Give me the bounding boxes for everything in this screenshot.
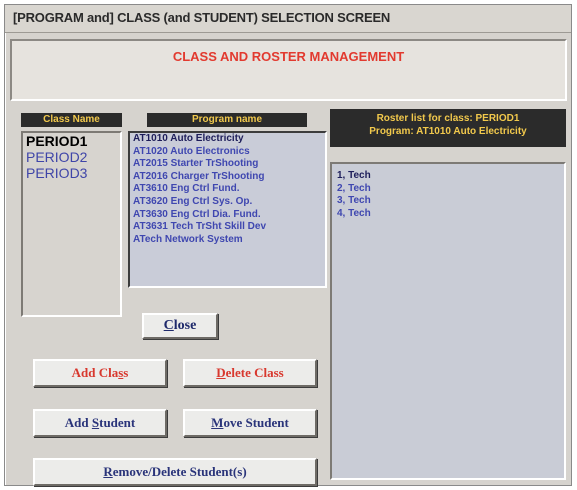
program-item[interactable]: AT1010 Auto Electricity bbox=[130, 133, 325, 146]
program-item[interactable]: ATech Network System bbox=[130, 234, 325, 247]
window-title: [PROGRAM and] CLASS (and STUDENT) SELECT… bbox=[5, 5, 571, 33]
program-item[interactable]: AT3620 Eng Ctrl Sys. Op. bbox=[130, 196, 325, 209]
add-class-label-pre: Add Cla bbox=[71, 365, 119, 380]
roster-item[interactable]: 4, Tech bbox=[332, 208, 564, 221]
roster-item[interactable]: 1, Tech bbox=[332, 170, 564, 183]
move-student-accelerator: M bbox=[211, 415, 224, 430]
roster-header: Roster list for class: PERIOD1 Program: … bbox=[330, 109, 566, 147]
move-student-label-post: ove Student bbox=[223, 415, 289, 430]
roster-list[interactable]: 1, Tech 2, Tech 3, Tech 4, Tech bbox=[330, 162, 566, 480]
close-button-label-post: lose bbox=[173, 318, 197, 333]
close-button-accelerator: C bbox=[163, 318, 174, 333]
roster-item[interactable]: 3, Tech bbox=[332, 195, 564, 208]
delete-class-accelerator: D bbox=[216, 365, 226, 380]
program-item[interactable]: AT3610 Eng Ctrl Fund. bbox=[130, 183, 325, 196]
program-item[interactable]: AT2016 Charger TrShooting bbox=[130, 171, 325, 184]
add-student-label-post: tudent bbox=[99, 415, 136, 430]
remove-student-accelerator: R bbox=[103, 464, 113, 479]
close-button[interactable]: Close bbox=[142, 313, 218, 339]
delete-class-label-post: elete Class bbox=[225, 365, 284, 380]
program-item[interactable]: AT3630 Eng Ctrl Dia. Fund. bbox=[130, 209, 325, 222]
add-class-label-post: s bbox=[123, 365, 129, 380]
remove-delete-student-button[interactable]: Remove/Delete Student(s) bbox=[33, 458, 317, 486]
remove-student-label-post: emove/Delete Student(s) bbox=[112, 464, 247, 479]
roster-header-program-line: Program: AT1010 Auto Electricity bbox=[369, 126, 527, 137]
add-student-button[interactable]: Add Student bbox=[33, 409, 167, 437]
add-student-label-pre: Add bbox=[64, 415, 92, 430]
delete-class-button[interactable]: Delete Class bbox=[183, 359, 317, 387]
program-item[interactable]: AT2015 Starter TrShooting bbox=[130, 158, 325, 171]
header-panel: CLASS AND ROSTER MANAGEMENT bbox=[10, 39, 567, 101]
page-title: CLASS AND ROSTER MANAGEMENT bbox=[172, 49, 405, 64]
move-student-button[interactable]: Move Student bbox=[183, 409, 317, 437]
roster-header-class-line: Roster list for class: PERIOD1 bbox=[376, 113, 520, 124]
program-item[interactable]: AT3631 Tech TrSht Skill Dev bbox=[130, 221, 325, 234]
class-item-period1[interactable]: PERIOD1 bbox=[23, 133, 120, 149]
class-item-period2[interactable]: PERIOD2 bbox=[23, 149, 120, 165]
program-name-header: Program name bbox=[147, 113, 307, 127]
class-item-period3[interactable]: PERIOD3 bbox=[23, 165, 120, 181]
add-class-button[interactable]: Add Class bbox=[33, 359, 167, 387]
class-name-header: Class Name bbox=[21, 113, 122, 127]
program-item[interactable]: AT1020 Auto Electronics bbox=[130, 146, 325, 159]
class-list[interactable]: PERIOD1 PERIOD2 PERIOD3 bbox=[21, 131, 122, 317]
program-list[interactable]: AT1010 Auto Electricity AT1020 Auto Elec… bbox=[128, 131, 327, 288]
roster-item[interactable]: 2, Tech bbox=[332, 183, 564, 196]
